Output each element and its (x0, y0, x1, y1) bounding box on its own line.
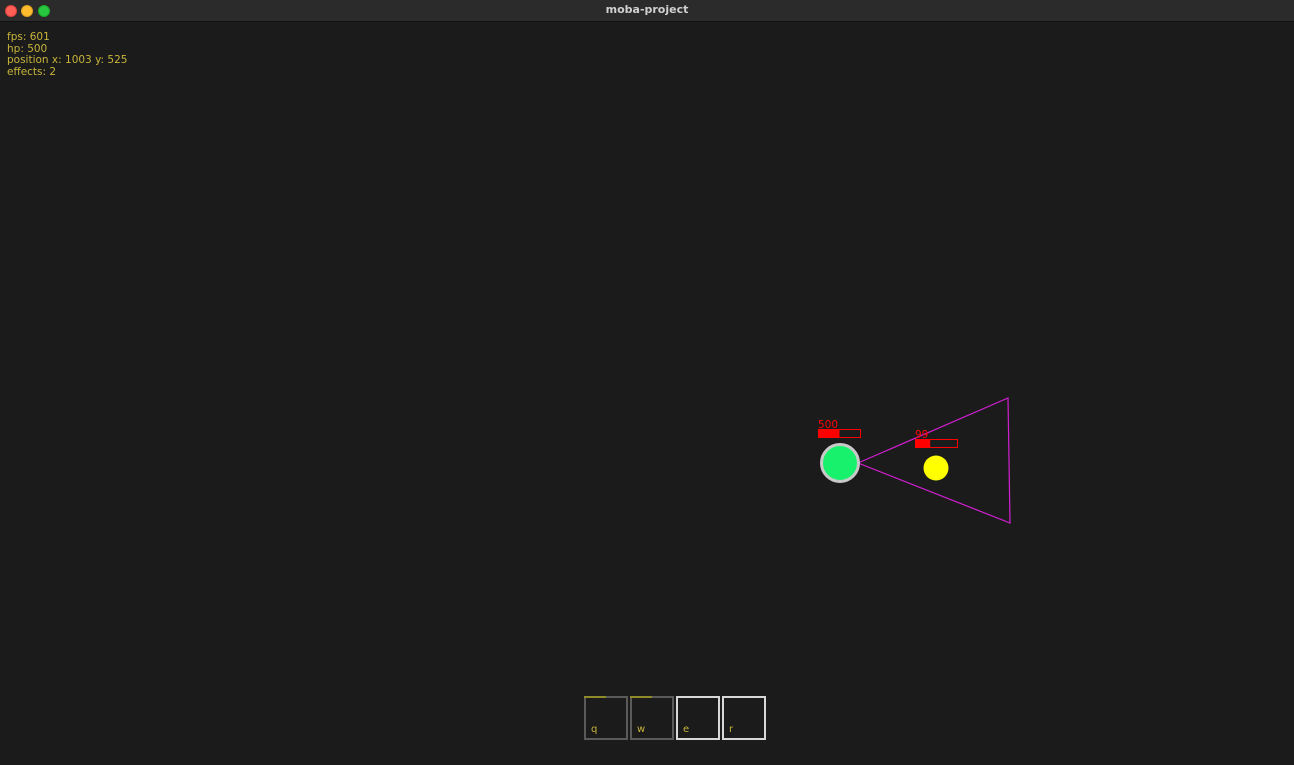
ability-key-label: w (637, 724, 646, 735)
cooldown-indicator (630, 696, 652, 698)
ability-slot-r[interactable]: r (722, 696, 766, 740)
effects-readout: effects: 2 (7, 66, 57, 79)
ability-slot-w[interactable]: w (630, 696, 674, 740)
player-champion[interactable] (820, 443, 860, 483)
enemy-minion[interactable] (923, 455, 949, 481)
ability-key-label: r (729, 724, 734, 735)
ability-key-label: e (683, 724, 690, 735)
game-window: moba-project 500 99 fps: 601 hp: 500 pos… (0, 0, 1294, 765)
game-canvas[interactable]: 500 99 (0, 0, 1294, 765)
ability-slot-e[interactable]: e (676, 696, 720, 740)
ability-slot-q[interactable]: q (584, 696, 628, 740)
debug-hud: fps: 601 hp: 500 position x: 1003 y: 525… (7, 31, 127, 79)
enemy-healthbar-fill (915, 439, 931, 448)
ability-key-label: q (591, 724, 598, 735)
cooldown-indicator (584, 696, 606, 698)
fps-readout: fps: 601 (7, 31, 50, 43)
player-healthbar-fill (818, 429, 840, 438)
